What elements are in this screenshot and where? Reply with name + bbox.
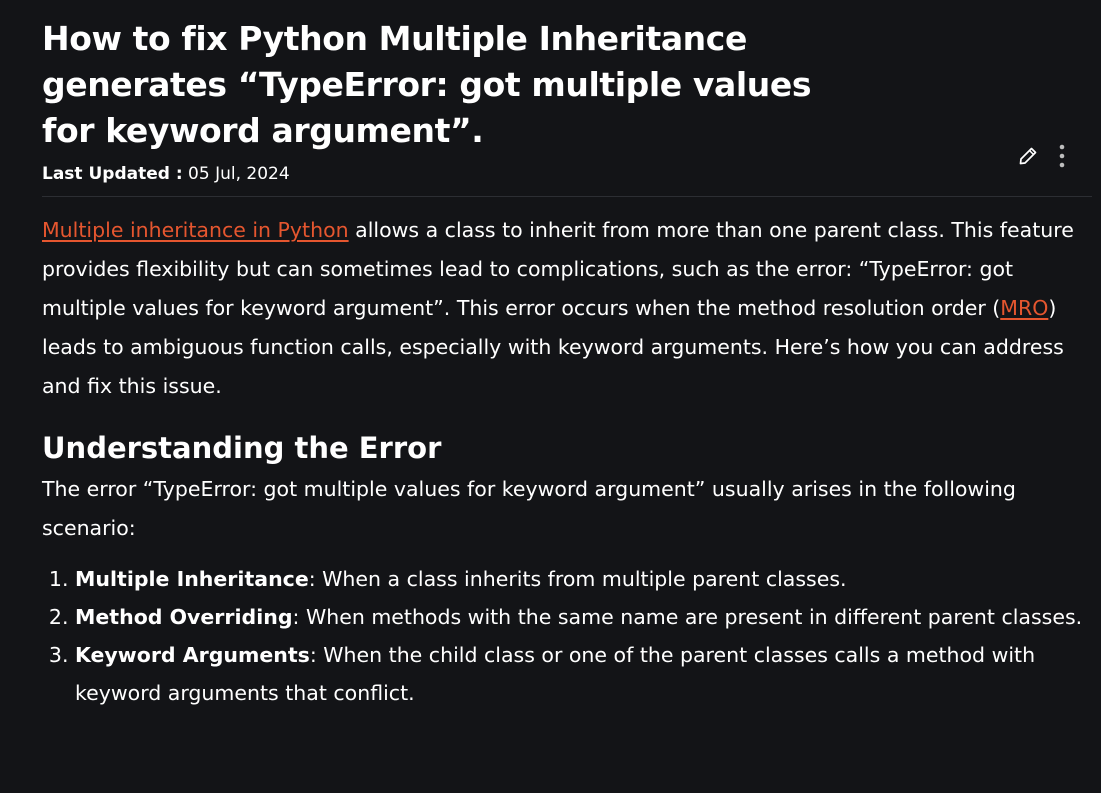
intro-paragraph: Multiple inheritance in Python allows a …	[42, 211, 1094, 406]
list-item-term: Multiple Inheritance	[75, 567, 309, 591]
multiple-inheritance-link[interactable]: Multiple inheritance in Python	[42, 218, 349, 242]
pencil-icon[interactable]	[1018, 144, 1038, 168]
list-item-desc: : When a class inherits from multiple pa…	[308, 567, 847, 591]
list-item-term: Keyword Arguments	[75, 643, 310, 667]
last-updated: Last Updated : 05 Jul, 2024	[42, 162, 290, 186]
last-updated-label: Last Updated :	[42, 164, 183, 184]
section-paragraph: The error “TypeError: got multiple value…	[42, 477, 1016, 540]
section-heading: Understanding the Error	[42, 431, 442, 465]
mro-link[interactable]: MRO	[1000, 296, 1048, 320]
list-item: Keyword Arguments: When the child class …	[75, 636, 1094, 712]
article-title: How to fix Python Multiple Inheritance g…	[42, 19, 812, 150]
last-updated-date: 05 Jul, 2024	[188, 164, 290, 184]
scenario-list: Multiple Inheritance: When a class inher…	[42, 560, 1094, 712]
list-item-desc: : When methods with the same name are pr…	[292, 605, 1083, 629]
list-item-term: Method Overriding	[75, 605, 293, 629]
list-item: Multiple Inheritance: When a class inher…	[75, 560, 1094, 598]
kebab-icon[interactable]	[1052, 144, 1072, 168]
list-item: Method Overriding: When methods with the…	[75, 598, 1094, 636]
article: How to fix Python Multiple Inheritance g…	[42, 16, 1094, 712]
article-actions	[1018, 144, 1072, 168]
article-meta: Last Updated : 05 Jul, 2024	[42, 144, 1092, 197]
